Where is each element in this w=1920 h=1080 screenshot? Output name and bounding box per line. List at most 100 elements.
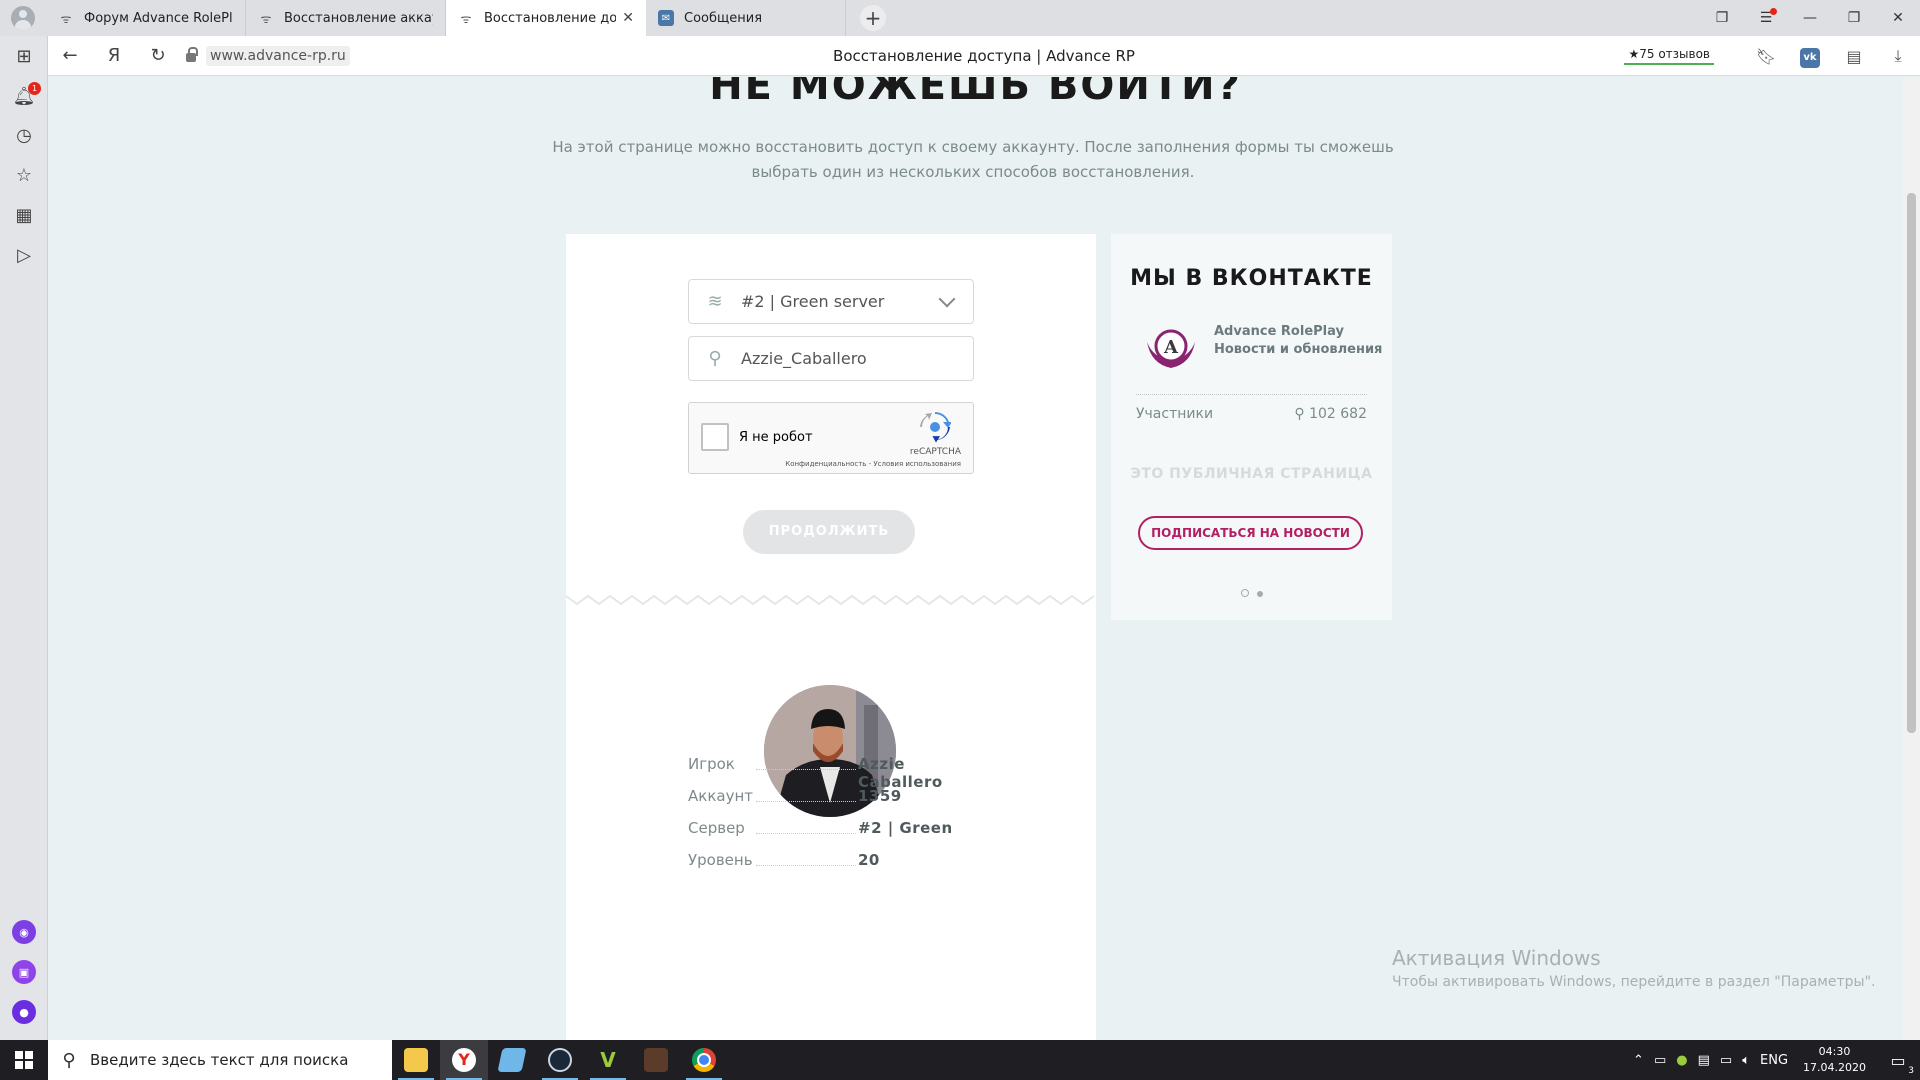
gta-launcher-app[interactable]: V — [584, 1040, 632, 1080]
notifications-bell-icon[interactable]: 🔔︎ 1 — [0, 82, 48, 107]
tab-title: Сообщения — [684, 10, 763, 26]
page-headline: НЕ МОЖЕШЬ ВОЙТИ? — [709, 77, 1242, 109]
chrome-app[interactable] — [680, 1040, 728, 1080]
bookmark-icon[interactable]: 🔖︎ — [1744, 47, 1788, 66]
advance-logo-icon[interactable]: A — [1143, 324, 1199, 372]
action-center-count: 3 — [1908, 1065, 1914, 1076]
minimize-button[interactable]: — — [1788, 10, 1832, 26]
recaptcha-widget: Я не робот reCAPTCHA Конфиденциальность … — [688, 402, 974, 474]
taskbar-search-placeholder: Введите здесь текст для поиска — [90, 1051, 349, 1069]
vk-extension[interactable]: vk — [1788, 45, 1832, 68]
taskbar-clock[interactable]: 04:30 17.04.2020 — [1793, 1044, 1876, 1076]
yandex-button[interactable]: Я — [92, 45, 136, 66]
bookmarks-panel-icon[interactable]: ❐ — [1700, 10, 1744, 26]
steam-icon — [548, 1048, 572, 1072]
taskbar-search[interactable]: ⚲ Введите здесь текст для поиска — [48, 1040, 392, 1080]
language-indicator[interactable]: ENG — [1755, 1053, 1793, 1068]
vk-widget-title: МЫ В ВКОНТАКТЕ — [1130, 266, 1373, 291]
assistant-icon[interactable]: ● — [12, 1000, 36, 1024]
tab-forum[interactable]: ᯤ Форум Advance RolePlay — [46, 0, 246, 36]
carousel-dot[interactable] — [1240, 589, 1249, 597]
player-label: Игрок — [688, 755, 735, 773]
close-window-button[interactable]: ✕ — [1876, 10, 1920, 26]
favorites-star-icon[interactable]: ☆ — [0, 165, 48, 186]
start-button[interactable] — [0, 1040, 48, 1080]
new-tab-button[interactable]: + — [860, 5, 886, 31]
reload-button[interactable]: ↻ — [136, 45, 180, 66]
notepad-icon — [497, 1048, 527, 1072]
windows-activation-watermark: Активация Windows Чтобы активировать Win… — [1392, 946, 1875, 990]
scrollbar[interactable] — [1903, 77, 1920, 1040]
server-row: Сервер #2 | Green — [688, 819, 988, 843]
screen-icon[interactable]: ▭ — [1649, 1053, 1671, 1068]
game-app[interactable] — [632, 1040, 680, 1080]
recovery-form-card: ≋ #2 | Green server ⚲ Azzie_Caballero Я … — [566, 234, 1096, 1040]
members-label: Участники — [1136, 406, 1214, 422]
apps-grid-icon[interactable]: ⊞ — [0, 46, 48, 67]
carousel-dots — [1111, 582, 1392, 601]
network-icon[interactable]: ▭ — [1715, 1053, 1737, 1068]
messenger-icon[interactable]: ▣ — [12, 960, 36, 984]
yandex-browser-icon: Y — [452, 1048, 476, 1072]
captcha-terms-link[interactable]: Конфиденциальность - Условия использован… — [785, 460, 961, 468]
yandex-browser-app[interactable]: Y — [440, 1040, 488, 1080]
vk-group-name: Advance RolePlay — [1214, 324, 1344, 339]
v-logo-icon: V — [596, 1048, 620, 1072]
tab-title: Форум Advance RolePlay — [84, 10, 233, 26]
carousel-dot[interactable] — [1256, 591, 1263, 597]
tab-title: Восстановление аккаунто — [284, 10, 433, 26]
history-clock-icon[interactable]: ◷ — [0, 125, 48, 146]
folder-tray-icon[interactable]: ▤ — [1693, 1053, 1715, 1068]
zen-news-icon[interactable]: ▦ — [0, 205, 48, 226]
tab-title: Восстановление досту — [484, 10, 617, 26]
continue-button[interactable]: ПРОДОЛЖИТЬ — [743, 510, 915, 554]
profile-button[interactable] — [0, 0, 46, 36]
svg-text:A: A — [1163, 337, 1179, 358]
captcha-label: Я не робот — [739, 430, 813, 445]
members-count: ⚲ 102 682 — [1294, 406, 1367, 422]
page-viewport: НЕ МОЖЕШЬ ВОЙТИ? На этой странице можно … — [48, 77, 1920, 1040]
notepad-app[interactable] — [488, 1040, 536, 1080]
address-bar: ← Я ↻ www.advance-rp.ru Восстановление д… — [48, 36, 1920, 76]
tab-messages[interactable]: ✉ Сообщения — [646, 0, 846, 36]
url-field[interactable]: www.advance-rp.ru — [186, 45, 350, 66]
back-button[interactable]: ← — [48, 45, 92, 66]
tray-chevron-icon[interactable]: ⌃ — [1628, 1053, 1649, 1068]
reviews-badge[interactable]: ★75 отзывов — [1624, 47, 1714, 65]
captcha-checkbox[interactable] — [701, 423, 729, 451]
collections-icon[interactable]: ▤ — [1832, 47, 1876, 66]
nickname-value: Azzie_Caballero — [741, 349, 867, 368]
tab-account-recovery[interactable]: ᯤ Восстановление аккаунто — [246, 0, 446, 36]
profile-avatar-icon — [11, 6, 35, 30]
url-text: www.advance-rp.ru — [206, 45, 350, 66]
date: 17.04.2020 — [1803, 1061, 1866, 1074]
account-value: 1359 — [858, 787, 902, 805]
video-play-icon[interactable]: ▷ — [0, 245, 48, 266]
server-select[interactable]: ≋ #2 | Green server — [688, 279, 974, 324]
restore-button[interactable]: ❐ — [1832, 10, 1876, 26]
game-icon — [644, 1048, 668, 1072]
intro-text: На этой странице можно восстановить дост… — [552, 138, 1394, 181]
members-count-value: 102 682 — [1309, 406, 1367, 422]
steam-app[interactable] — [536, 1040, 584, 1080]
system-tray: ⌃ ▭ ● ▤ ▭ 🔈︎ ENG 04:30 17.04.2020 ▭ 3 — [1628, 1040, 1920, 1080]
lock-icon — [186, 47, 198, 62]
account-row: Аккаунт 1359 — [688, 787, 988, 811]
nickname-input[interactable]: ⚲ Azzie_Caballero — [688, 336, 974, 381]
subscribe-button[interactable]: ПОДПИСАТЬСЯ НА НОВОСТИ — [1138, 516, 1363, 550]
downloads-icon[interactable]: ⤓ — [1876, 46, 1920, 66]
player-value: Azzie Caballero — [858, 755, 943, 791]
chevron-down-icon — [938, 290, 956, 308]
close-tab-icon[interactable]: ✕ — [622, 10, 634, 26]
explorer-app[interactable] — [392, 1040, 440, 1080]
tray-app-icon[interactable]: ● — [1671, 1053, 1692, 1068]
tab-access-recovery[interactable]: ᯤ Восстановление досту ✕ — [446, 0, 646, 36]
server-value: #2 | Green server — [741, 292, 885, 311]
scrollbar-thumb[interactable] — [1907, 193, 1916, 733]
alice-icon[interactable]: ◉ — [12, 920, 36, 944]
volume-icon[interactable]: 🔈︎ — [1737, 1053, 1755, 1068]
advance-icon: ᯤ — [60, 11, 72, 26]
action-center-icon[interactable]: ▭ 3 — [1876, 1051, 1920, 1076]
vk-group-link[interactable]: Advance RolePlay Новости и обновления — [1214, 323, 1382, 359]
menu-icon[interactable]: ☰ — [1744, 8, 1788, 26]
